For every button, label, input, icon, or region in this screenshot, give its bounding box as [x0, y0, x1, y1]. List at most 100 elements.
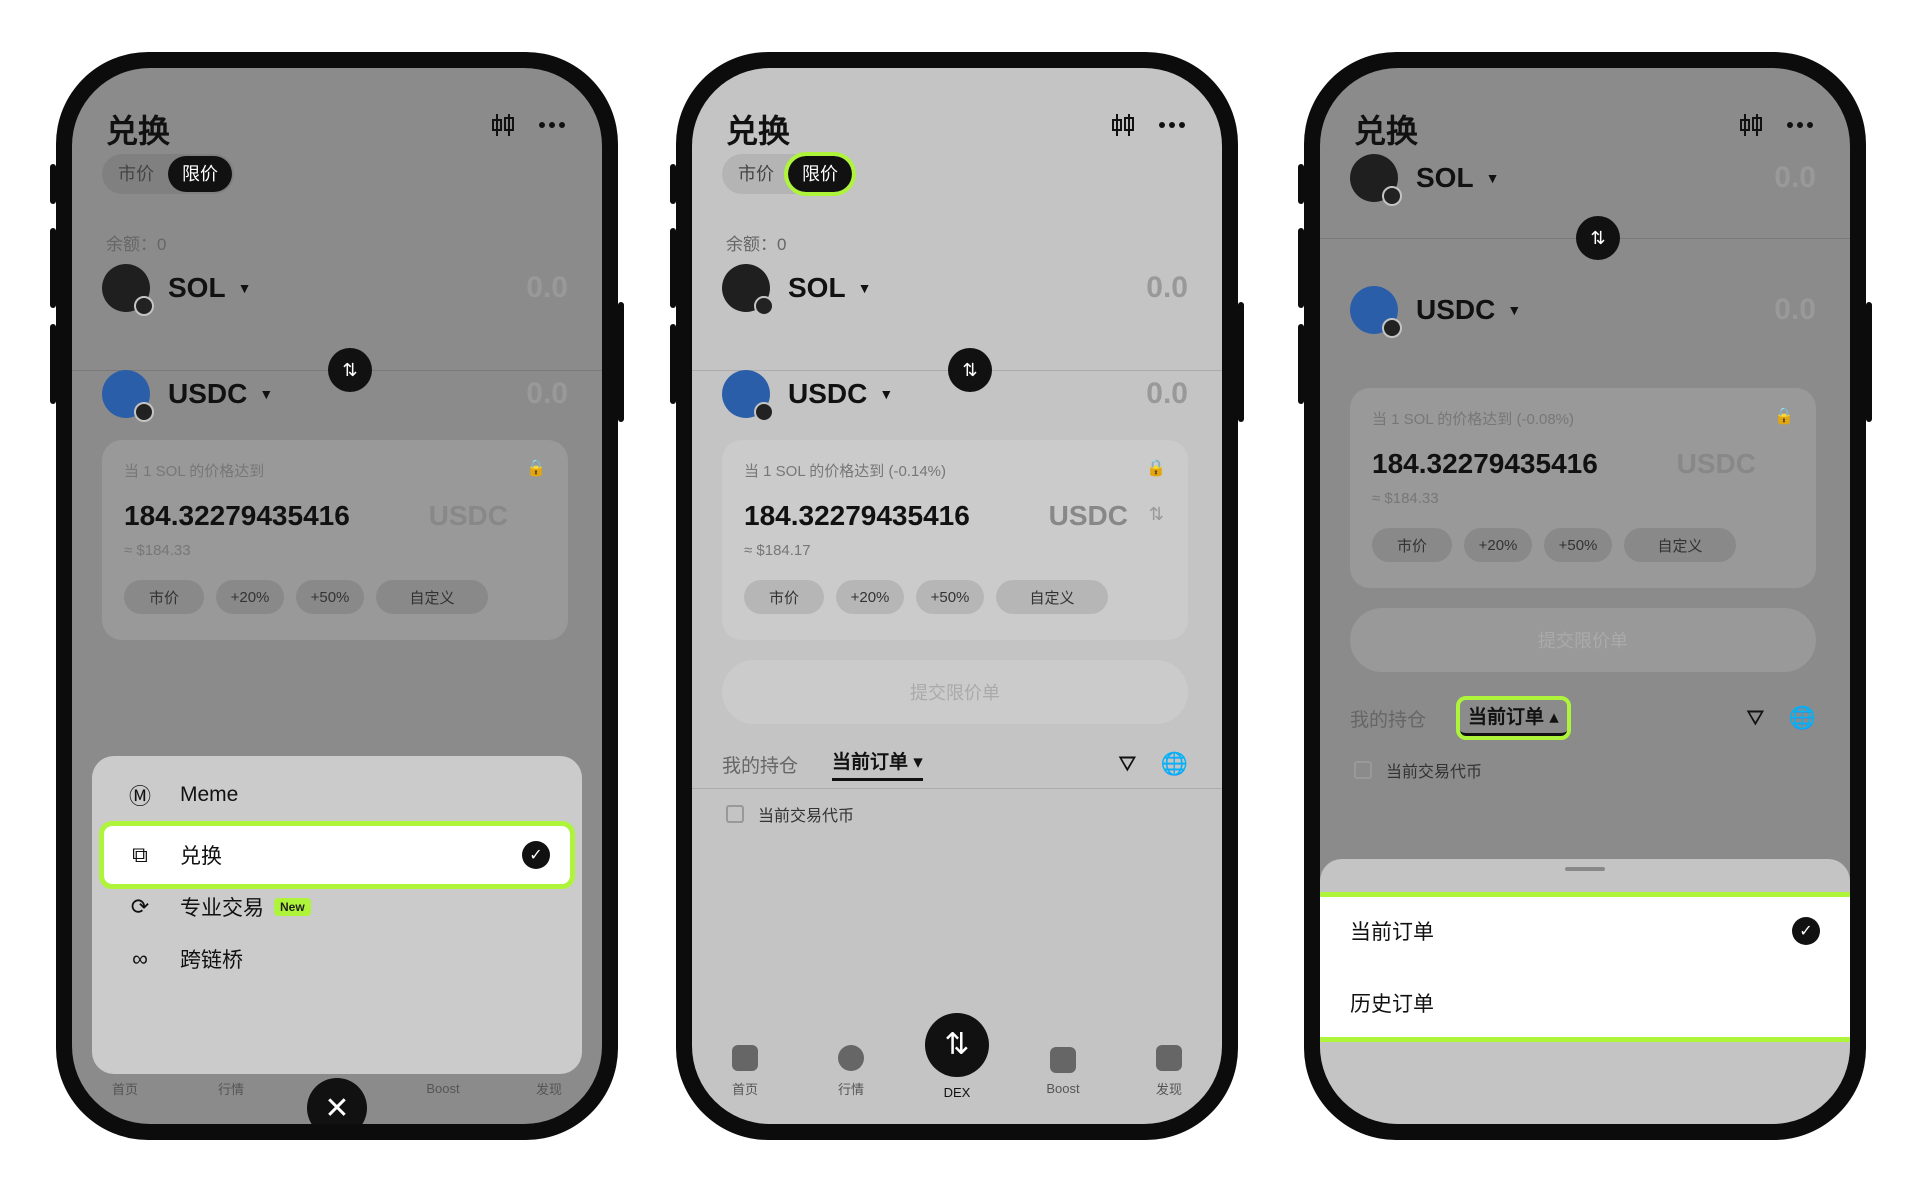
- flip-tokens-button[interactable]: ⇅: [1576, 216, 1620, 260]
- nav-discover[interactable]: 发现: [1129, 1044, 1209, 1098]
- filter-icon[interactable]: ⛛: [1118, 751, 1136, 777]
- chevron-down-icon: ▼: [259, 386, 274, 402]
- globe-icon[interactable]: 🌐: [1161, 751, 1188, 777]
- bridge-icon: ∞: [132, 946, 148, 971]
- lock-icon[interactable]: 🔒: [1146, 458, 1166, 478]
- limit-price[interactable]: 184.32279435416: [744, 500, 970, 532]
- chip-plus50[interactable]: +50%: [296, 580, 364, 614]
- usd-value: ≈ $184.33: [1372, 490, 1439, 507]
- chip-plus20[interactable]: +20%: [1464, 528, 1532, 562]
- limit-price-card: 当 1 SOL 的价格达到 (-0.08%) 🔒 184.32279435416…: [1350, 388, 1816, 588]
- phone-2: 兑换 市价 限价 余额：0 SOL ▼ 0.0 ⇅ USDC ▼ 0.0 当 1…: [670, 52, 1244, 1140]
- chip-custom[interactable]: 自定义: [376, 580, 488, 614]
- from-token-name: SOL: [788, 272, 846, 303]
- candlestick-icon[interactable]: [490, 112, 516, 138]
- chip-custom[interactable]: 自定义: [1624, 528, 1736, 562]
- chip-plus50[interactable]: +50%: [1544, 528, 1612, 562]
- chevron-down-icon: ▼: [1507, 302, 1522, 318]
- nav-home[interactable]: 首页: [705, 1044, 785, 1098]
- tab-current-orders[interactable]: 当前订单 ▴: [1456, 696, 1571, 740]
- sheet-handle[interactable]: [1565, 867, 1605, 871]
- current-token-filter[interactable]: 当前交易代币: [1354, 758, 1482, 782]
- market-icon: [838, 1044, 864, 1071]
- swap-unit-icon[interactable]: ⇅: [1777, 452, 1792, 473]
- tab-current-orders[interactable]: 当前订单 ▾: [832, 747, 923, 781]
- swap-unit-icon[interactable]: ⇅: [529, 504, 544, 525]
- more-icon[interactable]: [1786, 121, 1814, 129]
- to-token-row[interactable]: USDC ▼ 0.0: [102, 364, 568, 424]
- tab-market[interactable]: 市价: [104, 156, 168, 192]
- chip-plus50[interactable]: +50%: [916, 580, 984, 614]
- current-token-filter[interactable]: 当前交易代币: [726, 802, 854, 826]
- chip-plus20[interactable]: +20%: [216, 580, 284, 614]
- swap-unit-icon[interactable]: ⇅: [1149, 504, 1164, 525]
- lock-icon[interactable]: 🔒: [526, 458, 546, 478]
- to-amount[interactable]: 0.0: [1774, 293, 1816, 327]
- chip-market[interactable]: 市价: [744, 580, 824, 614]
- limit-price[interactable]: 184.32279435416: [1372, 448, 1598, 480]
- from-amount[interactable]: 0.0: [1146, 271, 1188, 305]
- phone-3: 兑换 SOL ▼ 0.0 ⇅ USDC ▼ 0.0 当 1 SOL 的价格达到 …: [1298, 52, 1872, 1140]
- price-condition: 当 1 SOL 的价格达到 (-0.08%): [1372, 411, 1574, 428]
- filter-icon[interactable]: ⛛: [1746, 705, 1764, 731]
- checkbox[interactable]: [1354, 761, 1372, 779]
- check-icon: ✓: [522, 841, 550, 869]
- chip-market[interactable]: 市价: [124, 580, 204, 614]
- swap-icon: ⧉: [132, 842, 148, 867]
- from-token-row[interactable]: SOL ▼ 0.0: [1350, 148, 1816, 208]
- candlestick-icon[interactable]: [1110, 112, 1136, 138]
- order-type-list: 当前订单 ✓ 历史订单: [1320, 892, 1850, 1042]
- from-token-row[interactable]: SOL ▼ 0.0: [722, 258, 1188, 318]
- page-title: 兑换: [726, 113, 791, 149]
- more-icon[interactable]: [1158, 121, 1186, 129]
- to-token-row[interactable]: USDC ▼ 0.0: [722, 364, 1188, 424]
- chip-custom[interactable]: 自定义: [996, 580, 1108, 614]
- more-icon[interactable]: [538, 121, 566, 129]
- pro-trade-icon: ⟳: [130, 894, 150, 919]
- tab-limit[interactable]: 限价: [784, 152, 856, 196]
- chip-market[interactable]: 市价: [1372, 528, 1452, 562]
- usdc-token-icon: [722, 370, 774, 422]
- order-type-toggle: 市价 限价: [722, 152, 856, 196]
- sheet-item-current-orders[interactable]: 当前订单 ✓: [1350, 901, 1820, 961]
- globe-icon[interactable]: 🌐: [1789, 705, 1816, 731]
- new-badge: New: [274, 898, 311, 916]
- submit-limit-order-button[interactable]: 提交限价单: [1350, 608, 1816, 672]
- to-token-row[interactable]: USDC ▼ 0.0: [1350, 280, 1816, 340]
- from-amount[interactable]: 0.0: [526, 271, 568, 305]
- from-token-row[interactable]: SOL ▼ 0.0: [102, 258, 568, 318]
- menu-item-bridge[interactable]: ∞ 跨链桥: [104, 930, 570, 988]
- tab-limit[interactable]: 限价: [168, 156, 232, 192]
- nav-dex[interactable]: ⇅ DEX: [917, 1012, 997, 1100]
- menu-item-swap[interactable]: ⧉ 兑换 ✓: [99, 821, 575, 889]
- usd-value: ≈ $184.17: [744, 542, 811, 559]
- limit-price-card: 当 1 SOL 的价格达到 🔒 184.32279435416 USDC ⇅ ≈…: [102, 440, 568, 640]
- tab-holdings[interactable]: 我的持仓: [1350, 705, 1426, 732]
- from-amount[interactable]: 0.0: [1774, 161, 1816, 195]
- phone-1: 兑换 市价 限价 余额：0 SOL ▼ 0.0 ⇅ USDC ▼ 0.0 当 1…: [50, 52, 624, 1140]
- tab-holdings[interactable]: 我的持仓: [722, 751, 798, 778]
- sheet-item-history-orders[interactable]: 历史订单: [1350, 973, 1820, 1033]
- chip-plus20[interactable]: +20%: [836, 580, 904, 614]
- menu-item-meme[interactable]: Ⓜ Meme: [104, 766, 570, 824]
- nav-market[interactable]: 行情: [811, 1044, 891, 1098]
- to-amount[interactable]: 0.0: [1146, 377, 1188, 411]
- sol-token-icon: [1350, 154, 1402, 206]
- lock-icon[interactable]: 🔒: [1774, 406, 1794, 426]
- limit-price[interactable]: 184.32279435416: [124, 500, 350, 532]
- order-type-toggle: 市价 限价: [102, 154, 234, 194]
- order-tabs: 我的持仓 当前订单 ▴ ⛛ 🌐: [1350, 696, 1816, 740]
- to-amount[interactable]: 0.0: [526, 377, 568, 411]
- chevron-down-icon: ▼: [1485, 170, 1500, 186]
- submit-limit-order-button[interactable]: 提交限价单: [722, 660, 1188, 724]
- from-token-name: SOL: [168, 272, 226, 303]
- screen-1: 兑换 市价 限价 余额：0 SOL ▼ 0.0 ⇅ USDC ▼ 0.0 当 1…: [72, 68, 602, 1124]
- menu-item-pro-trade[interactable]: ⟳ 专业交易 New: [104, 878, 570, 936]
- price-condition: 当 1 SOL 的价格达到 (-0.14%): [744, 463, 946, 480]
- balance-text: 余额：0: [726, 235, 787, 254]
- checkbox[interactable]: [726, 805, 744, 823]
- tab-market[interactable]: 市价: [724, 156, 788, 192]
- candlestick-icon[interactable]: [1738, 112, 1764, 138]
- to-token-name: USDC: [168, 378, 248, 409]
- nav-boost[interactable]: Boost: [1023, 1046, 1103, 1096]
